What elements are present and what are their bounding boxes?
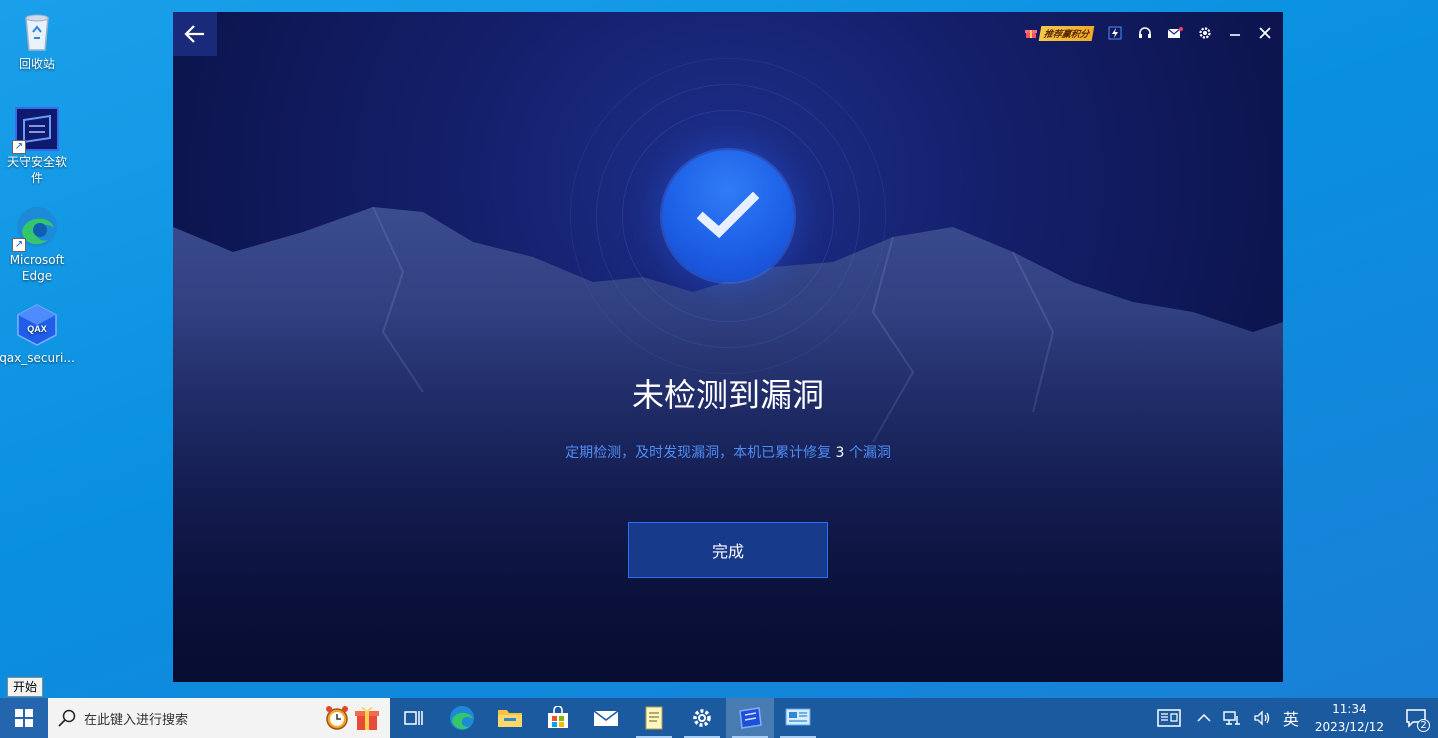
taskbar-file-explorer[interactable] bbox=[486, 698, 534, 738]
folder-icon bbox=[498, 710, 522, 727]
alarm-clock-icon bbox=[326, 706, 348, 730]
tianshou-app-icon: ↗ bbox=[12, 106, 60, 154]
volume-button[interactable] bbox=[1247, 698, 1277, 738]
checkmark-icon bbox=[697, 192, 759, 239]
svg-text:QAX: QAX bbox=[27, 324, 47, 334]
promo-label: 推荐赢积分 bbox=[1038, 25, 1095, 41]
news-icon bbox=[1157, 709, 1181, 727]
qax-security-icon: QAX bbox=[14, 302, 60, 348]
task-view-button[interactable] bbox=[390, 698, 438, 738]
system-tray: 英 11:34 2023/12/12 2 bbox=[1147, 698, 1438, 738]
clock-time: 11:34 bbox=[1332, 702, 1367, 716]
taskbar-control-panel[interactable] bbox=[774, 698, 822, 738]
shortcut-arrow-icon: ↗ bbox=[12, 140, 26, 154]
desktop-icon-label: qax_securi... bbox=[0, 351, 75, 365]
search-placeholder: 在此键入进行搜索 bbox=[84, 712, 189, 728]
edge-icon: ↗ bbox=[12, 204, 60, 252]
minimize-button[interactable] bbox=[1227, 25, 1243, 41]
start-tooltip: 开始 bbox=[7, 677, 44, 697]
network-icon bbox=[1223, 711, 1240, 725]
desktop-icon-label: Microsoft Edge bbox=[9, 253, 65, 283]
desktop-icon-label: 天守安全软件 bbox=[6, 155, 67, 185]
network-button[interactable] bbox=[1217, 698, 1247, 738]
gear-icon bbox=[693, 709, 711, 727]
mail-icon bbox=[1167, 27, 1183, 38]
gift-box-icon bbox=[355, 707, 379, 730]
minimize-icon bbox=[1230, 34, 1240, 36]
gear-icon bbox=[1199, 27, 1211, 39]
start-button[interactable] bbox=[0, 698, 48, 738]
news-widget-button[interactable] bbox=[1147, 698, 1191, 738]
arrow-left-icon bbox=[184, 25, 204, 43]
clock-date: 2023/12/12 bbox=[1314, 720, 1384, 734]
result-subtitle: 定期检测，及时发现漏洞，本机已累计修复 3 个漏洞 bbox=[173, 442, 1283, 462]
windows-logo-icon bbox=[15, 709, 33, 727]
close-button[interactable] bbox=[1257, 25, 1273, 41]
taskbar-search-box[interactable]: 在此键入进行搜索 bbox=[48, 698, 390, 738]
shortcut-arrow-icon: ↗ bbox=[12, 238, 26, 252]
show-hidden-icons-button[interactable] bbox=[1191, 698, 1217, 738]
notification-center-button[interactable]: 2 bbox=[1394, 698, 1438, 738]
taskbar-notepad[interactable] bbox=[630, 698, 678, 738]
mail-icon bbox=[593, 710, 619, 726]
title-bar-controls: 推荐赢积分 bbox=[1024, 22, 1273, 44]
taskbar-mail[interactable] bbox=[582, 698, 630, 738]
notification-count-badge: 2 bbox=[1417, 719, 1430, 732]
done-button[interactable]: 完成 bbox=[628, 522, 828, 578]
desktop-icon-qax-security[interactable]: QAX qax_securi... bbox=[0, 302, 75, 366]
support-button[interactable] bbox=[1137, 25, 1153, 41]
success-indicator bbox=[570, 58, 886, 374]
promo-badge[interactable]: 推荐赢积分 bbox=[1024, 25, 1095, 41]
lightning-icon bbox=[1108, 26, 1122, 40]
control-panel-icon bbox=[785, 708, 811, 726]
desktop-icon-edge[interactable]: ↗ Microsoft Edge bbox=[0, 204, 74, 284]
desktop-icon-label: 回收站 bbox=[18, 57, 55, 71]
desktop-icon-tianshou[interactable]: ↗ 天守安全软件 bbox=[0, 106, 74, 186]
messages-button[interactable] bbox=[1167, 25, 1183, 41]
boost-button[interactable] bbox=[1107, 25, 1123, 41]
notepad-icon bbox=[645, 706, 663, 730]
settings-button[interactable] bbox=[1197, 25, 1213, 41]
edge-icon bbox=[450, 706, 474, 730]
clock[interactable]: 11:34 2023/12/12 bbox=[1305, 700, 1394, 736]
speaker-icon bbox=[1254, 710, 1269, 726]
task-view-icon bbox=[404, 711, 423, 725]
security-app-window: 推荐赢积分 未检测到漏洞 定期检测，及时发现漏洞，本机已累计修复 3 个漏洞 完… bbox=[173, 12, 1283, 682]
close-icon bbox=[1259, 27, 1271, 39]
recycle-bin-icon bbox=[14, 8, 60, 54]
taskbar: 在此键入进行搜索 英 11:34 2023/12/12 2 bbox=[0, 698, 1438, 738]
input-method-indicator[interactable]: 英 bbox=[1277, 698, 1305, 738]
headset-icon bbox=[1139, 27, 1151, 38]
search-icon bbox=[58, 709, 76, 727]
subtitle-suffix: 个漏洞 bbox=[848, 445, 891, 461]
back-button[interactable] bbox=[173, 12, 217, 56]
tianshou-app-icon bbox=[739, 707, 762, 729]
gift-icon bbox=[1024, 30, 1037, 38]
search-highlight bbox=[324, 704, 380, 732]
result-title: 未检测到漏洞 bbox=[631, 376, 824, 414]
subtitle-prefix: 定期检测，及时发现漏洞，本机已累计修复 bbox=[565, 445, 832, 461]
chevron-up-icon bbox=[1197, 713, 1211, 722]
taskbar-edge[interactable] bbox=[438, 698, 486, 738]
taskbar-store[interactable] bbox=[534, 698, 582, 738]
fixed-vulnerability-count: 3 bbox=[835, 445, 845, 461]
desktop-icon-recycle-bin[interactable]: 回收站 bbox=[0, 8, 74, 72]
taskbar-tianshou[interactable] bbox=[726, 698, 774, 738]
success-circle bbox=[662, 150, 794, 282]
taskbar-settings[interactable] bbox=[678, 698, 726, 738]
store-icon bbox=[548, 706, 568, 728]
